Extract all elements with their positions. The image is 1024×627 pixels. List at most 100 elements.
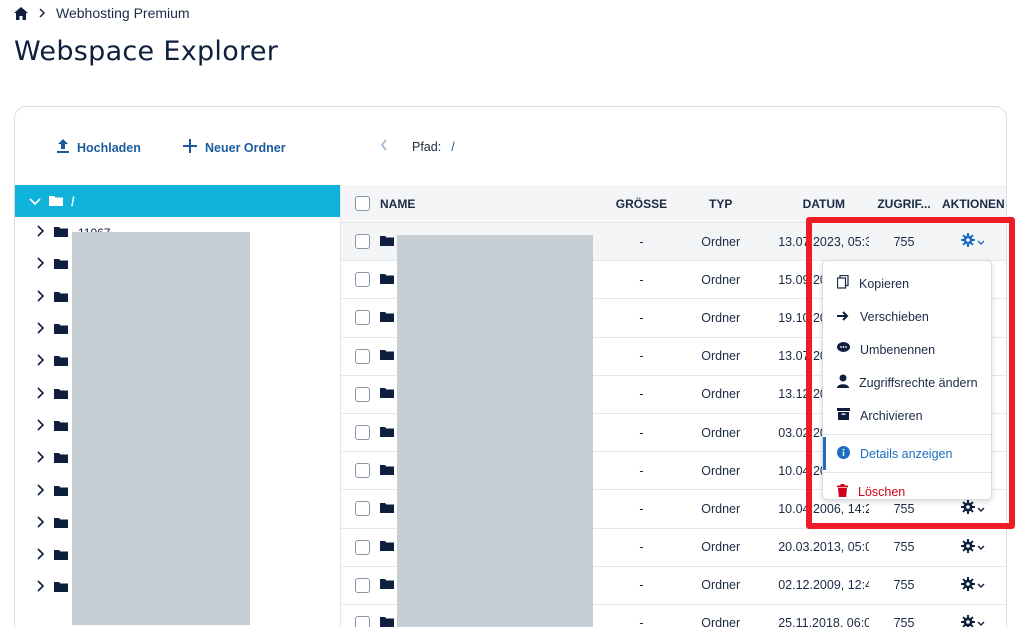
folder-icon bbox=[380, 502, 394, 516]
folder-icon bbox=[380, 235, 394, 249]
breadcrumb-separator-icon bbox=[38, 8, 46, 18]
permissions-cell: 755 bbox=[893, 616, 915, 627]
row-checkbox[interactable] bbox=[355, 501, 370, 517]
chevron-right-icon[interactable] bbox=[37, 515, 45, 533]
permissions-cell: 755 bbox=[893, 540, 915, 555]
actions-cell bbox=[939, 614, 1006, 627]
type-cell: Ordner bbox=[701, 234, 741, 249]
folder-icon bbox=[54, 224, 68, 242]
row-checkbox[interactable] bbox=[355, 272, 370, 288]
upload-label: Hochladen bbox=[77, 140, 141, 155]
type-cell: Ordner bbox=[701, 272, 741, 287]
size-cell: - bbox=[639, 349, 644, 364]
folder-icon bbox=[54, 418, 68, 436]
chevron-down-icon[interactable] bbox=[977, 540, 985, 554]
breadcrumb-item[interactable]: Webhosting Premium bbox=[56, 5, 190, 21]
folder-icon bbox=[54, 483, 68, 501]
header-date[interactable]: DATUM bbox=[770, 197, 869, 211]
folder-icon bbox=[54, 289, 68, 307]
row-checkbox[interactable] bbox=[355, 615, 370, 627]
folder-icon bbox=[54, 256, 68, 274]
type-cell: Ordner bbox=[701, 616, 741, 627]
plus-icon bbox=[183, 139, 197, 156]
redacted-area bbox=[397, 235, 593, 627]
date-cell: 02.12.2009, 12:4... bbox=[778, 578, 869, 593]
header-size[interactable]: GRÖSSE bbox=[612, 197, 671, 211]
tree-root[interactable]: / bbox=[15, 185, 340, 217]
breadcrumb: Webhosting Premium bbox=[14, 5, 190, 21]
header-name[interactable]: NAME bbox=[370, 197, 612, 211]
row-checkbox[interactable] bbox=[355, 310, 370, 326]
folder-icon bbox=[54, 515, 68, 533]
folder-icon bbox=[49, 194, 63, 209]
back-chevron-icon[interactable] bbox=[380, 138, 388, 156]
size-cell: - bbox=[639, 463, 644, 478]
folder-icon bbox=[380, 464, 394, 478]
size-cell: - bbox=[639, 540, 644, 555]
new-folder-label: Neuer Ordner bbox=[205, 140, 286, 155]
gear-icon[interactable] bbox=[961, 576, 976, 594]
chevron-right-icon[interactable] bbox=[37, 579, 45, 597]
header-permissions[interactable]: ZUGRIF... bbox=[869, 197, 938, 211]
size-cell: - bbox=[639, 501, 644, 516]
home-icon[interactable] bbox=[14, 6, 28, 20]
type-cell: Ordner bbox=[701, 501, 741, 516]
chevron-right-icon[interactable] bbox=[37, 289, 45, 307]
size-cell: - bbox=[639, 387, 644, 402]
folder-icon bbox=[54, 450, 68, 468]
date-cell: 25.11.2018, 06:0... bbox=[778, 616, 869, 627]
row-checkbox[interactable] bbox=[355, 463, 370, 479]
folder-icon bbox=[380, 387, 394, 401]
date-cell: 20.03.2013, 05:0... bbox=[778, 540, 869, 555]
gear-icon[interactable] bbox=[961, 614, 976, 627]
chevron-right-icon[interactable] bbox=[37, 386, 45, 404]
header-actions: AKTIONEN bbox=[942, 196, 1005, 211]
folder-icon bbox=[380, 540, 394, 554]
permissions-cell: 755 bbox=[893, 578, 915, 593]
row-checkbox[interactable] bbox=[355, 425, 370, 441]
redacted-area bbox=[72, 232, 250, 625]
header-type[interactable]: TYP bbox=[671, 197, 770, 211]
upload-button[interactable]: Hochladen bbox=[57, 139, 141, 156]
chevron-down-icon[interactable] bbox=[977, 616, 985, 627]
type-cell: Ordner bbox=[701, 310, 741, 325]
chevron-right-icon[interactable] bbox=[37, 418, 45, 436]
select-all-checkbox[interactable] bbox=[355, 196, 370, 211]
size-cell: - bbox=[639, 234, 644, 249]
size-cell: - bbox=[639, 578, 644, 593]
chevron-right-icon[interactable] bbox=[37, 483, 45, 501]
chevron-right-icon[interactable] bbox=[37, 256, 45, 274]
actions-cell bbox=[939, 538, 1006, 556]
row-checkbox[interactable] bbox=[355, 577, 370, 593]
folder-icon bbox=[380, 426, 394, 440]
folder-icon bbox=[380, 311, 394, 325]
chevron-right-icon[interactable] bbox=[37, 321, 45, 339]
type-cell: Ordner bbox=[701, 425, 741, 440]
row-checkbox[interactable] bbox=[355, 348, 370, 364]
new-folder-button[interactable]: Neuer Ordner bbox=[183, 139, 286, 156]
chevron-right-icon[interactable] bbox=[37, 450, 45, 468]
folder-icon bbox=[54, 386, 68, 404]
folder-icon bbox=[380, 578, 394, 592]
chevron-down-icon[interactable] bbox=[977, 578, 985, 592]
chevron-right-icon[interactable] bbox=[37, 353, 45, 371]
gear-icon[interactable] bbox=[961, 538, 976, 556]
path-value[interactable]: / bbox=[451, 140, 454, 154]
row-checkbox[interactable] bbox=[355, 234, 370, 250]
type-cell: Ordner bbox=[701, 463, 741, 478]
tree-root-label: / bbox=[71, 193, 75, 209]
folder-icon bbox=[380, 616, 394, 627]
folder-icon bbox=[380, 273, 394, 287]
page-title: Webspace Explorer bbox=[14, 36, 279, 67]
size-cell: - bbox=[639, 310, 644, 325]
actions-cell bbox=[939, 576, 1006, 594]
chevron-down-icon[interactable] bbox=[29, 194, 41, 209]
chevron-right-icon[interactable] bbox=[37, 224, 45, 242]
folder-icon bbox=[54, 353, 68, 371]
type-cell: Ordner bbox=[701, 578, 741, 593]
row-checkbox[interactable] bbox=[355, 386, 370, 402]
chevron-right-icon[interactable] bbox=[37, 547, 45, 565]
folder-icon bbox=[54, 321, 68, 339]
row-checkbox[interactable] bbox=[355, 539, 370, 555]
folder-icon bbox=[54, 547, 68, 565]
